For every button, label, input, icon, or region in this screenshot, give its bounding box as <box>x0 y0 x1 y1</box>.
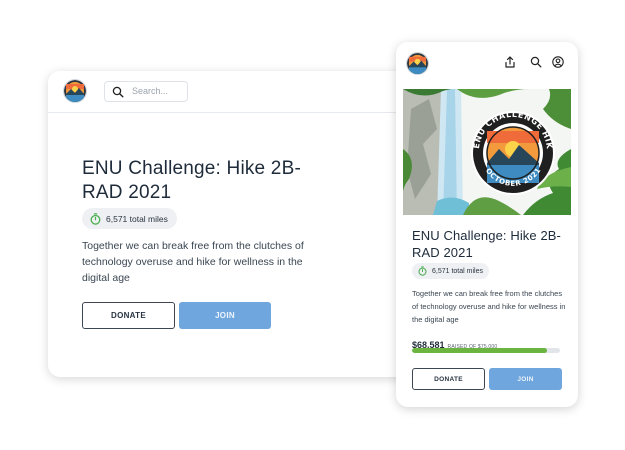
description: Together we can break free from the clut… <box>82 240 304 284</box>
progress-fill <box>412 348 548 353</box>
logo-icon[interactable] <box>64 80 86 102</box>
mobile-card: ENU CHALLENGEHIKE 2B-RAD OCTOBER 2021 EN… <box>396 42 578 407</box>
page-title: ENU Challenge: Hike 2B-RAD 2021 <box>412 228 561 260</box>
join-button[interactable]: JOIN <box>489 368 562 390</box>
progress-bar <box>412 348 560 353</box>
share-icon[interactable] <box>504 56 516 68</box>
desktop-card: Search... ENU Challenge: Hike 2B-RAD 202… <box>48 71 426 377</box>
search-placeholder: Search... <box>132 86 169 96</box>
logo-icon[interactable] <box>407 53 428 74</box>
search-icon[interactable] <box>530 56 542 68</box>
miles-text: 6,571 total miles <box>106 213 168 224</box>
description: Together we can break free from the clut… <box>412 289 566 324</box>
desktop-header: Search... <box>48 71 426 113</box>
timer-icon <box>418 266 427 276</box>
miles-badge: 6,571 total miles <box>412 263 489 279</box>
page-title: ENU Challenge: Hike 2B-RAD 2021 <box>82 158 301 203</box>
user-icon[interactable] <box>552 56 564 68</box>
join-button[interactable]: JOIN <box>179 302 271 329</box>
timer-icon <box>90 212 101 225</box>
miles-text: 6,571 total miles <box>432 267 483 275</box>
miles-badge: 6,571 total miles <box>82 208 177 229</box>
donate-button[interactable]: DONATE <box>82 302 175 329</box>
donate-button[interactable]: DONATE <box>412 368 485 390</box>
hero-illustration: ENU CHALLENGEHIKE 2B-RAD OCTOBER 2021 <box>403 89 571 215</box>
search-icon <box>112 86 124 98</box>
search-input[interactable]: Search... <box>104 81 188 102</box>
